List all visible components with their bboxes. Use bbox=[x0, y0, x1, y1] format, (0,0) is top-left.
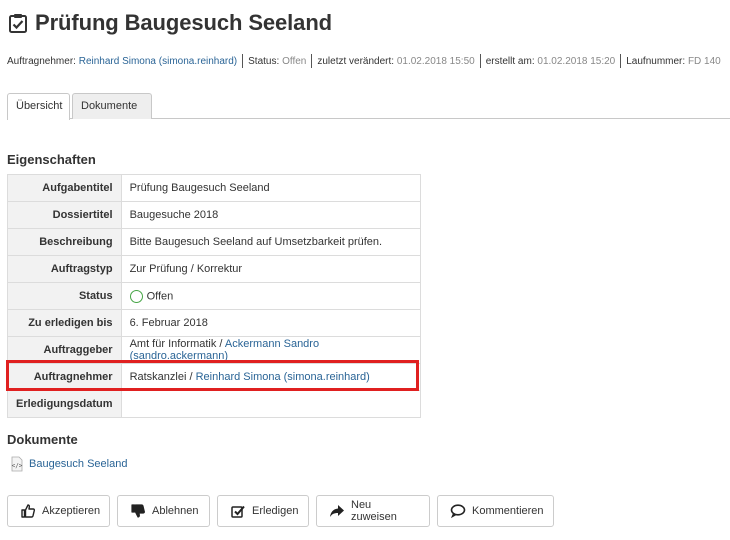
row-label: Aufgabentitel bbox=[7, 174, 122, 202]
table-row: Zu erledigen bis 6. Februar 2018 bbox=[7, 309, 422, 337]
tab-documents[interactable]: Dokumente bbox=[72, 93, 152, 119]
meta-status-label: Status: bbox=[248, 55, 280, 67]
meta-created-label: erstellt am: bbox=[485, 55, 535, 67]
table-row: Auftraggeber Amt für Informatik / Ackerm… bbox=[7, 336, 422, 364]
accept-button[interactable]: Akzeptieren bbox=[7, 495, 110, 527]
forward-arrow-icon bbox=[329, 503, 345, 519]
row-label: Beschreibung bbox=[7, 228, 122, 256]
row-value: Bitte Baugesuch Seeland auf Umsetzbarkei… bbox=[120, 228, 422, 256]
table-row: Dossiertitel Baugesuche 2018 bbox=[7, 201, 422, 229]
meta-sequence-value: FD 140 bbox=[687, 55, 721, 67]
accept-button-label: Akzeptieren bbox=[42, 505, 101, 517]
row-value: Offen bbox=[120, 282, 422, 310]
document-link[interactable]: Baugesuch Seeland bbox=[29, 458, 127, 470]
responsible-org: Ratskanzlei / bbox=[129, 371, 196, 383]
meta-bar: Auftragnehmer: Reinhard Simona (simona.r… bbox=[7, 54, 721, 68]
meta-divider bbox=[242, 54, 244, 68]
tab-bar: Übersicht Dokumente bbox=[7, 93, 730, 120]
row-value bbox=[120, 390, 422, 418]
properties-table: Aufgabentitel Prüfung Baugesuch Seeland … bbox=[7, 174, 422, 418]
status-open-icon bbox=[129, 289, 143, 303]
speech-bubble-icon bbox=[450, 503, 466, 519]
status-text: Offen bbox=[146, 289, 174, 302]
tab-overview[interactable]: Übersicht bbox=[7, 93, 70, 120]
page-header: Prüfung Baugesuch Seeland bbox=[7, 6, 332, 40]
table-row: Beschreibung Bitte Baugesuch Seeland auf… bbox=[7, 228, 422, 256]
meta-assignee-link[interactable]: Reinhard Simona (simona.reinhard) bbox=[79, 56, 237, 67]
row-label: Erledigungsdatum bbox=[7, 390, 122, 418]
action-bar: Akzeptieren Ablehnen Erledigen Neu zuwei… bbox=[7, 495, 561, 527]
reject-button[interactable]: Ablehnen bbox=[117, 495, 210, 527]
row-value: Ratskanzlei / Reinhard Simona (simona.re… bbox=[120, 363, 422, 391]
meta-divider bbox=[479, 54, 481, 68]
code-file-icon: </> bbox=[9, 456, 25, 472]
table-row: Auftragnehmer Ratskanzlei / Reinhard Sim… bbox=[7, 363, 422, 391]
check-square-icon bbox=[230, 503, 246, 519]
documents-heading: Dokumente bbox=[7, 432, 78, 447]
issuer-org: Amt für Informatik / bbox=[129, 338, 225, 350]
responsible-link[interactable]: Reinhard Simona (simona.reinhard) bbox=[196, 371, 370, 383]
page-title: Prüfung Baugesuch Seeland bbox=[35, 10, 332, 35]
row-label: Zu erledigen bis bbox=[7, 309, 122, 337]
row-value: 6. Februar 2018 bbox=[120, 309, 422, 337]
table-row: Erledigungsdatum bbox=[7, 390, 422, 418]
meta-modified-label: zuletzt verändert: bbox=[317, 55, 395, 67]
svg-text:</>: </> bbox=[12, 463, 23, 470]
row-value: Baugesuche 2018 bbox=[120, 201, 422, 229]
task-checkbox-icon bbox=[7, 12, 29, 34]
meta-divider bbox=[311, 54, 313, 68]
meta-sequence-label: Laufnummer: bbox=[626, 55, 686, 67]
meta-assignee-label: Auftragnehmer: bbox=[7, 55, 76, 67]
table-row: Status Offen bbox=[7, 282, 422, 310]
document-item[interactable]: </> Baugesuch Seeland bbox=[9, 456, 127, 472]
comment-button-label: Kommentieren bbox=[472, 505, 544, 517]
meta-created-value: 01.02.2018 15:20 bbox=[537, 55, 616, 67]
comment-button[interactable]: Kommentieren bbox=[437, 495, 554, 527]
complete-button[interactable]: Erledigen bbox=[217, 495, 309, 527]
meta-status-value: Offen bbox=[282, 55, 307, 67]
thumbs-up-icon bbox=[20, 503, 36, 519]
row-value: Zur Prüfung / Korrektur bbox=[120, 255, 422, 283]
reassign-button[interactable]: Neu zuweisen bbox=[316, 495, 430, 527]
meta-modified-value: 01.02.2018 15:50 bbox=[396, 55, 475, 67]
row-value: Prüfung Baugesuch Seeland bbox=[120, 174, 422, 202]
row-label: Auftraggeber bbox=[7, 336, 122, 364]
table-row: Auftragstyp Zur Prüfung / Korrektur bbox=[7, 255, 422, 283]
complete-button-label: Erledigen bbox=[252, 505, 299, 517]
row-label: Auftragnehmer bbox=[7, 363, 122, 391]
row-label: Auftragstyp bbox=[7, 255, 122, 283]
row-label: Status bbox=[7, 282, 122, 310]
meta-divider bbox=[620, 54, 622, 68]
row-label: Dossiertitel bbox=[7, 201, 122, 229]
thumbs-down-icon bbox=[130, 503, 146, 519]
row-value: Amt für Informatik / Ackermann Sandro (s… bbox=[120, 336, 422, 364]
properties-heading: Eigenschaften bbox=[7, 152, 96, 167]
reassign-button-label: Neu zuweisen bbox=[351, 499, 397, 523]
reject-button-label: Ablehnen bbox=[152, 505, 199, 517]
table-row: Aufgabentitel Prüfung Baugesuch Seeland bbox=[7, 174, 422, 202]
